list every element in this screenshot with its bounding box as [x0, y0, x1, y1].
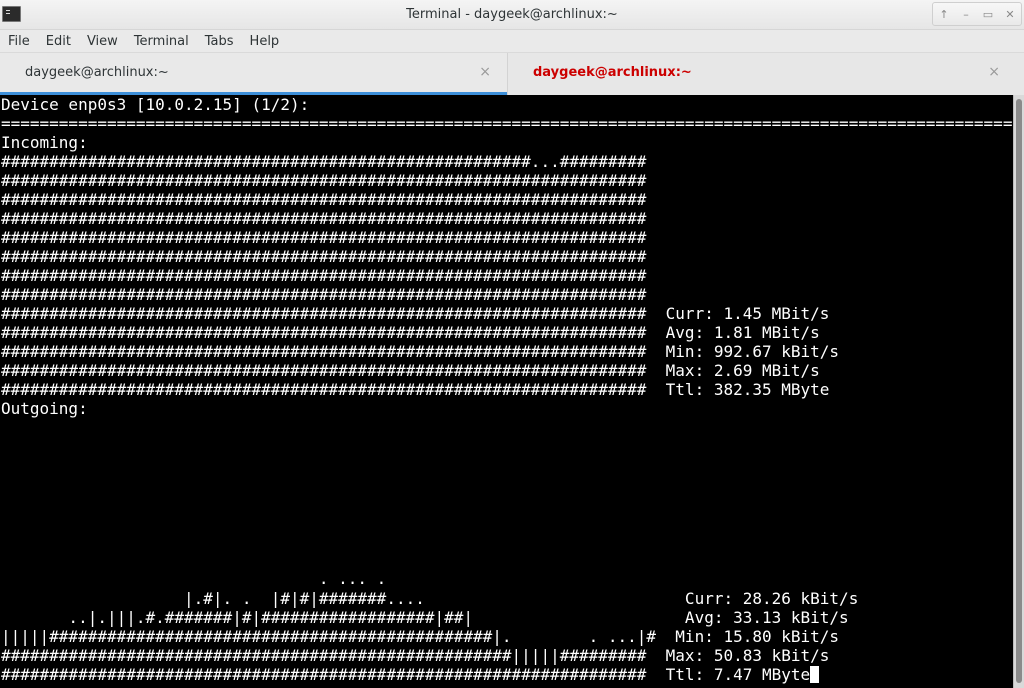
tab-bar: daygeek@archlinux:~ × daygeek@archlinux:… — [0, 53, 1024, 95]
terminal-line: Incoming: — [1, 133, 88, 152]
terminal-line: ..|.|||.#.#######|#|##################|#… — [1, 608, 849, 627]
terminal-line: ########################################… — [1, 342, 840, 361]
tab-1-label: daygeek@archlinux:~ — [25, 65, 169, 80]
terminal-line: |.#|. . |#|#|#######.... Curr: 28.26 kBi… — [1, 589, 859, 608]
terminal-scrollbar[interactable] — [1013, 95, 1024, 688]
terminal-line: . ... . — [1, 569, 387, 588]
terminal-line: ========================================… — [1, 114, 1013, 133]
terminal-line: ########################################… — [1, 285, 647, 304]
menu-terminal[interactable]: Terminal — [134, 34, 189, 49]
terminal-line: ########################################… — [1, 361, 820, 380]
menu-view[interactable]: View — [87, 34, 118, 49]
terminal-line: ########################################… — [1, 190, 647, 209]
maximize-icon[interactable]: ▭ — [979, 5, 997, 23]
shade-icon[interactable]: ↑ — [935, 5, 953, 23]
tab-1-close-icon[interactable]: × — [479, 64, 491, 80]
terminal-output[interactable]: Device enp0s3 [10.0.2.15] (1/2): =======… — [0, 95, 1013, 688]
terminal-line: Device enp0s3 [10.0.2.15] (1/2): — [1, 95, 310, 114]
tab-2-label: daygeek@archlinux:~ — [533, 65, 692, 80]
terminal-line-text: ########################################… — [1, 665, 811, 684]
close-icon[interactable]: ✕ — [1001, 5, 1019, 23]
terminal-line-last: ########################################… — [1, 665, 820, 684]
terminal-line: ########################################… — [1, 171, 647, 190]
terminal-line: ########################################… — [1, 247, 647, 266]
text-cursor — [810, 666, 820, 683]
window-title: Terminal - daygeek@archlinux:~ — [406, 7, 618, 22]
terminal-line: ########################################… — [1, 380, 830, 399]
menu-file[interactable]: File — [8, 34, 30, 49]
terminal-line: ########################################… — [1, 304, 830, 323]
terminal-line: Outgoing: — [1, 399, 88, 418]
menu-edit[interactable]: Edit — [46, 34, 71, 49]
terminal-line: ########################################… — [1, 152, 647, 171]
tab-2[interactable]: daygeek@archlinux:~ × — [508, 53, 1024, 95]
terminal-line: ########################################… — [1, 209, 647, 228]
window-controls: ↑ – ▭ ✕ — [932, 2, 1022, 26]
scrollbar-thumb[interactable] — [1016, 99, 1022, 683]
menu-bar: File Edit View Terminal Tabs Help — [0, 30, 1024, 53]
terminal-line: ########################################… — [1, 228, 647, 247]
terminal-line: ########################################… — [1, 266, 647, 285]
terminal-line: |||||###################################… — [1, 627, 840, 646]
terminal-line: ########################################… — [1, 646, 830, 665]
terminal-line: ########################################… — [1, 323, 820, 342]
tab-1[interactable]: daygeek@archlinux:~ × — [0, 53, 508, 95]
minimize-icon[interactable]: – — [957, 5, 975, 23]
menu-tabs[interactable]: Tabs — [205, 34, 234, 49]
title-bar: Terminal - daygeek@archlinux:~ ↑ – ▭ ✕ — [0, 0, 1024, 30]
menu-help[interactable]: Help — [250, 34, 280, 49]
tab-2-close-icon[interactable]: × — [988, 64, 1000, 80]
